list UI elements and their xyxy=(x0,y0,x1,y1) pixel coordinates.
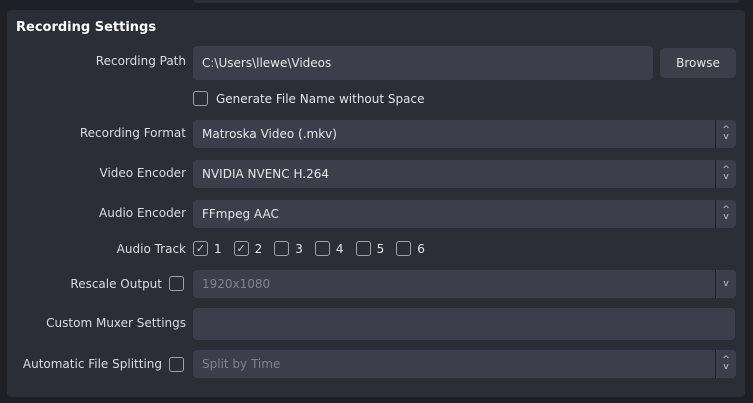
recording-format-value: Matroska Video (.mkv) xyxy=(202,127,337,141)
track-label: 6 xyxy=(417,241,425,256)
audio-track-label: Audio Track xyxy=(116,242,186,256)
rescale-output-select[interactable]: 1920x1080 v xyxy=(193,270,736,298)
file-splitting-value: Split by Time xyxy=(202,357,281,371)
audio-encoder-value: FFmpeg AAC xyxy=(202,207,279,221)
audio-encoder-label: Audio Encoder xyxy=(99,206,186,220)
track-label: 3 xyxy=(295,241,303,256)
recording-format-select[interactable]: Matroska Video (.mkv) ^ v xyxy=(193,120,736,148)
updown-chevron-icon: ^ v xyxy=(715,120,736,148)
track-label: 1 xyxy=(214,241,222,256)
checkbox-icon[interactable] xyxy=(193,91,208,106)
updown-chevron-icon: ^ v xyxy=(715,160,736,188)
custom-muxer-label: Custom Muxer Settings xyxy=(46,316,186,330)
file-splitting-checkbox[interactable] xyxy=(169,357,184,372)
audio-track-group: ✓ 1 ✓ 2 3 4 5 6 xyxy=(193,241,431,256)
custom-muxer-input[interactable] xyxy=(193,308,735,340)
track-2-checkbox[interactable]: ✓ xyxy=(233,241,249,256)
track-label: 4 xyxy=(335,241,344,256)
track-4-checkbox[interactable] xyxy=(314,241,330,256)
track-3-checkbox[interactable] xyxy=(274,241,290,256)
track-6-checkbox[interactable] xyxy=(396,241,412,256)
chevron-down-icon: v xyxy=(715,270,736,298)
track-label: 2 xyxy=(254,241,263,256)
updown-chevron-icon: ^ v xyxy=(715,350,736,378)
rescale-output-checkbox[interactable] xyxy=(169,276,184,291)
file-splitting-select[interactable]: Split by Time ^ v xyxy=(193,350,736,378)
generate-filename-label: Generate File Name without Space xyxy=(216,91,425,106)
track-label: 5 xyxy=(376,241,385,256)
updown-chevron-icon: ^ v xyxy=(715,200,736,228)
track-1-checkbox[interactable]: ✓ xyxy=(193,241,208,256)
video-encoder-label: Video Encoder xyxy=(99,166,187,180)
recording-path-label: Recording Path xyxy=(95,54,186,68)
section-title: Recording Settings xyxy=(16,20,157,35)
rescale-output-value: 1920x1080 xyxy=(202,277,271,291)
generate-filename-checkbox[interactable]: Generate File Name without Space xyxy=(193,91,424,106)
audio-encoder-select[interactable]: FFmpeg AAC ^ v xyxy=(193,200,736,228)
previous-field xyxy=(193,0,740,3)
video-encoder-select[interactable]: NVIDIA NVENC H.264 ^ v xyxy=(193,160,736,188)
recording-path-input[interactable]: C:\Users\llewe\Videos xyxy=(193,46,653,80)
file-splitting-label: Automatic File Splitting xyxy=(22,357,162,371)
video-encoder-value: NVIDIA NVENC H.264 xyxy=(202,167,329,181)
rescale-output-label: Rescale Output xyxy=(70,277,162,291)
recording-format-label: Recording Format xyxy=(79,126,186,140)
track-5-checkbox[interactable] xyxy=(355,241,371,256)
browse-button[interactable]: Browse xyxy=(660,48,736,78)
